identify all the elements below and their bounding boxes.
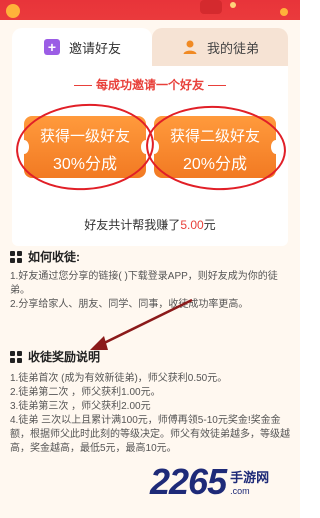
highlight-circle [13,99,157,195]
tab-bar: + 邀请好友 我的徒弟 [12,28,288,66]
tab-disciples-label: 我的徒弟 [206,40,259,56]
grid-icon [10,250,22,263]
banner-decoration [230,2,236,8]
rule-item: 3.徒弟第三次 ，师父获利2.00元 [10,401,151,412]
rule-item: 1.徒弟首次 (成为有效新徒弟)，师父获利0.50元。 [10,373,228,384]
banner-decoration [280,8,288,16]
annotation-arrow [90,298,193,350]
grid-icon [10,350,22,363]
reward-rules-title: 收徒奖励说明 [10,348,100,365]
tab-my-disciples[interactable]: 我的徒弟 [152,28,288,66]
earnings-prefix: 好友共计帮我赚了 [84,218,181,232]
earnings-amount: 5.00 [180,218,204,232]
rule-item: 2.徒弟第二次 ，师父获利1.00元。 [10,387,161,398]
tab-invite-label: 邀请好友 [68,40,121,56]
invite-panel: 每成功邀请一个好友 获得一级好友 30%分成 获得二级好友 20%分成 好友共计… [12,66,289,246]
rule-item: 4.徒弟 三次以上且累计满100元，师傅再领5-10元奖金!奖金金额，根据师父此… [10,415,290,454]
reward-subtitle: 每成功邀请一个好友 [12,76,288,93]
earnings-suffix: 元 [203,218,216,232]
tab-invite-friends[interactable]: + 邀请好友 [12,28,152,66]
watermark-domain: .com [230,486,250,496]
how-to-recruit-title: 如何收徒: [10,248,80,265]
plus-icon: + [43,38,61,56]
how-step-1: 1.好友通过您分享的链接( )下载登录APP，则好友成为你的徒弟。 [10,271,278,296]
banner-decoration [6,4,20,18]
site-watermark-logo: 2265 手游网 .com [150,464,269,500]
reward-rules-list: 1.徒弟首次 (成为有效新徒弟)，师父获利0.50元。 2.徒弟第二次 ，师父获… [10,372,294,456]
watermark-name: 手游网 [230,470,270,485]
banner-decoration [200,0,222,14]
earnings-summary: 好友共计帮我赚了5.00元 [12,216,288,233]
watermark-number: 2265 [150,461,227,502]
person-icon [181,38,199,56]
